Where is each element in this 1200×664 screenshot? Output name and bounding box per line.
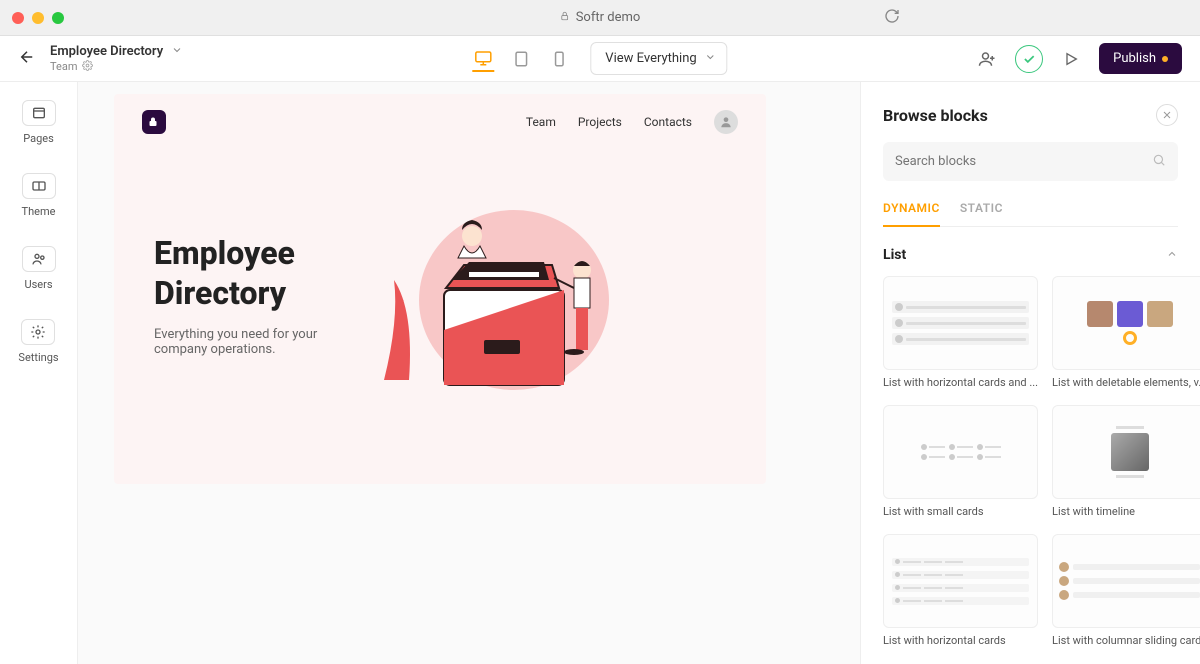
address-bar[interactable]: Softr demo — [560, 10, 641, 25]
block-label: List with horizontal cards and ... — [883, 376, 1038, 389]
gear-icon[interactable] — [82, 60, 93, 74]
sidebar-item-settings[interactable]: Settings — [18, 319, 58, 364]
back-button[interactable] — [18, 48, 36, 70]
block-thumbnail — [883, 276, 1038, 370]
add-user-icon[interactable] — [973, 45, 1001, 73]
app-toolbar: Employee Directory Team View Ev — [0, 36, 1200, 82]
block-thumbnail — [883, 405, 1038, 499]
panel-title: Browse blocks — [883, 106, 988, 125]
maximize-window[interactable] — [52, 12, 64, 24]
brand-logo[interactable] — [142, 110, 166, 134]
tab-static[interactable]: STATIC — [960, 201, 1003, 226]
block-label: List with horizontal cards — [883, 634, 1038, 647]
search-blocks-input[interactable] — [883, 142, 1178, 181]
sidebar-label: Users — [24, 278, 52, 291]
block-option[interactable]: List with deletable elements, v... — [1052, 276, 1200, 389]
pages-icon — [22, 100, 56, 126]
tab-dynamic[interactable]: DYNAMIC — [883, 201, 940, 227]
block-option[interactable]: List with timeline — [1052, 405, 1200, 518]
block-option[interactable]: List with horizontal cards and ... — [883, 276, 1038, 389]
block-label: List with deletable elements, v... — [1052, 376, 1200, 389]
site-nav: Team Projects Contacts — [526, 110, 738, 134]
chevron-down-icon[interactable] — [171, 44, 183, 60]
sidebar-item-pages[interactable]: Pages — [22, 100, 56, 145]
hero-illustration — [374, 180, 624, 410]
project-name[interactable]: Employee Directory — [50, 44, 163, 59]
hero-subtitle: Everything you need for your company ope… — [154, 327, 354, 357]
section-title: List — [883, 247, 906, 263]
sidebar-item-theme[interactable]: Theme — [22, 173, 56, 218]
sidebar-label: Pages — [23, 132, 54, 145]
block-thumbnail — [883, 534, 1038, 628]
canvas-area: Team Projects Contacts Employee Director… — [78, 82, 860, 664]
chevron-up-icon — [1166, 245, 1178, 264]
blocks-panel: Browse blocks DYNAMIC STATIC List Lis — [860, 82, 1200, 664]
nav-link[interactable]: Projects — [578, 115, 622, 129]
workspace-name[interactable]: Team — [50, 60, 78, 73]
nav-link[interactable]: Contacts — [644, 115, 692, 129]
sidebar-label: Theme — [22, 205, 56, 218]
block-label: List with small cards — [883, 505, 1038, 518]
block-option[interactable]: List with horizontal cards — [883, 534, 1038, 647]
block-thumbnail — [1052, 405, 1200, 499]
section-header[interactable]: List — [883, 245, 1178, 264]
block-thumbnail — [1052, 276, 1200, 370]
tablet-view-button[interactable] — [510, 48, 532, 70]
status-dot — [1162, 56, 1168, 62]
nav-link[interactable]: Team — [526, 115, 556, 129]
left-sidebar: Pages Theme Users Settings — [0, 82, 78, 664]
user-avatar-icon[interactable] — [714, 110, 738, 134]
settings-icon — [21, 319, 55, 345]
theme-icon — [22, 173, 56, 199]
reload-icon[interactable] — [884, 8, 900, 28]
view-mode-dropdown[interactable]: View Everything — [590, 42, 727, 75]
page-url: Softr demo — [576, 10, 641, 25]
block-label: List with columnar sliding cards — [1052, 634, 1200, 647]
check-status-icon[interactable] — [1015, 45, 1043, 73]
search-icon — [1152, 152, 1166, 171]
window-controls — [12, 12, 64, 24]
view-mode-label: View Everything — [605, 51, 696, 66]
desktop-view-button[interactable] — [472, 50, 494, 72]
publish-label: Publish — [1113, 51, 1156, 66]
search-input[interactable] — [895, 154, 1152, 169]
preview-button[interactable] — [1057, 45, 1085, 73]
page-preview[interactable]: Team Projects Contacts Employee Director… — [114, 94, 766, 484]
browser-titlebar: Softr demo — [0, 0, 1200, 36]
panel-tabs: DYNAMIC STATIC — [883, 201, 1178, 227]
minimize-window[interactable] — [32, 12, 44, 24]
hero-title: Employee Directory — [154, 233, 354, 313]
lock-icon — [560, 10, 570, 25]
users-icon — [22, 246, 56, 272]
mobile-view-button[interactable] — [548, 48, 570, 70]
block-option[interactable]: List with columnar sliding cards — [1052, 534, 1200, 647]
block-option[interactable]: List with small cards — [883, 405, 1038, 518]
close-panel-button[interactable] — [1156, 104, 1178, 126]
block-thumbnail — [1052, 534, 1200, 628]
chevron-down-icon — [705, 51, 717, 67]
sidebar-label: Settings — [18, 351, 58, 364]
close-window[interactable] — [12, 12, 24, 24]
sidebar-item-users[interactable]: Users — [22, 246, 56, 291]
block-label: List with timeline — [1052, 505, 1200, 518]
publish-button[interactable]: Publish — [1099, 43, 1182, 74]
